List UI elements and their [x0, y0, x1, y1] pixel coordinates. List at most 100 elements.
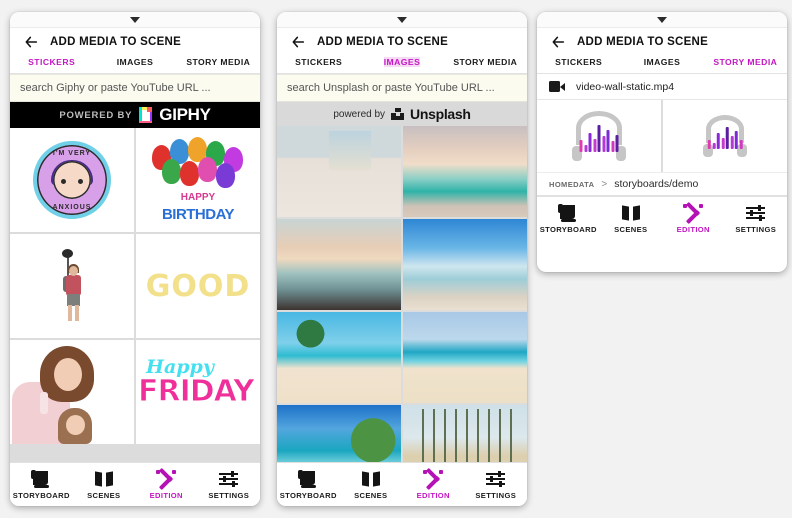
settings-sliders-icon: [218, 470, 239, 488]
storyboard-icon: [558, 203, 578, 222]
nav-label-settings: SETTINGS: [475, 490, 517, 500]
tab-story-media[interactable]: STORY MEDIA: [177, 57, 260, 67]
photo-palm-over-lagoon: [277, 405, 401, 462]
nav-item-edition[interactable]: EDITION: [662, 201, 725, 234]
nav-label-scenes: SCENES: [354, 490, 388, 500]
image-results-grid: [277, 126, 527, 462]
edition-magic-wand-icon: [156, 467, 177, 490]
photo-palm-lined-boardwalk: [403, 405, 527, 462]
panel-drag-handle[interactable]: [277, 12, 527, 28]
page-title: ADD MEDIA TO SCENE: [317, 36, 449, 48]
tab-images[interactable]: IMAGES: [620, 57, 703, 67]
nav-item-storyboard[interactable]: STORYBOARD: [277, 469, 340, 500]
panel-drag-handle[interactable]: [537, 12, 787, 28]
storyboard-icon: [31, 469, 51, 488]
search-bar-unsplash[interactable]: [277, 74, 527, 102]
nav-label-edition: EDITION: [149, 490, 183, 500]
nav-item-settings[interactable]: SETTINGS: [465, 470, 528, 500]
panel-drag-handle[interactable]: [10, 12, 260, 28]
back-arrow-icon[interactable]: [290, 34, 306, 50]
nav-item-storyboard[interactable]: STORYBOARD: [537, 203, 600, 234]
happy-friday-sticker: Happy FRIDAY: [136, 340, 260, 444]
story-media-file-row[interactable]: video-wall-static.mp4: [537, 74, 787, 100]
tab-stickers[interactable]: STICKERS: [537, 57, 620, 67]
chevron-down-icon[interactable]: [130, 16, 140, 23]
sticker-tile-woman-with-baby[interactable]: [10, 340, 134, 444]
photo-sunset-shoreline: [403, 126, 527, 217]
nav-label-scenes: SCENES: [614, 224, 648, 234]
headphones-waveform-icon: [703, 115, 747, 157]
image-tile-palm-lined-boardwalk[interactable]: [403, 405, 527, 462]
nav-label-settings: SETTINGS: [735, 224, 777, 234]
tab-images[interactable]: IMAGES: [383, 57, 421, 67]
nav-label-scenes: SCENES: [87, 490, 121, 500]
nav-item-settings[interactable]: SETTINGS: [198, 470, 261, 500]
add-media-panel-images: ADD MEDIA TO SCENE STICKERS IMAGES STORY…: [277, 12, 527, 506]
sticker-tile-happy-birthday[interactable]: HAPPY BIRTHDAY: [136, 128, 260, 232]
nav-label-storyboard: STORYBOARD: [12, 490, 70, 500]
tab-stickers[interactable]: STICKERS: [10, 57, 93, 67]
panel-header: ADD MEDIA TO SCENE: [277, 28, 527, 56]
chevron-down-icon[interactable]: [657, 16, 667, 23]
file-name-label: video-wall-static.mp4: [576, 80, 675, 93]
giphy-attribution-banner: POWERED BY GIPHY: [10, 102, 260, 128]
sticker-happy-text: HAPPY: [180, 192, 216, 203]
nav-label-edition: EDITION: [676, 224, 710, 234]
nav-item-scenes[interactable]: SCENES: [340, 470, 403, 500]
tab-images[interactable]: IMAGES: [93, 57, 176, 67]
tab-story-media[interactable]: STORY MEDIA: [704, 57, 787, 67]
nav-item-scenes[interactable]: SCENES: [600, 204, 663, 234]
story-media-audio-grid: [537, 100, 787, 172]
giphy-logo-icon: [139, 107, 153, 123]
nav-item-storyboard[interactable]: STORYBOARD: [10, 469, 73, 500]
image-tile-palm-parasol-beach[interactable]: [277, 312, 401, 403]
edition-magic-wand-icon: [423, 467, 444, 490]
sticker-tile-im-very-anxious[interactable]: I'M VERY ANXIOUS: [10, 128, 134, 232]
page-title: ADD MEDIA TO SCENE: [577, 36, 709, 48]
chevron-down-icon[interactable]: [397, 16, 407, 23]
storyboard-icon: [298, 469, 318, 488]
tab-story-media[interactable]: STORY MEDIA: [444, 57, 527, 67]
sticker-tile-hiker[interactable]: [10, 234, 134, 338]
back-arrow-icon[interactable]: [550, 34, 566, 50]
search-input[interactable]: [287, 82, 517, 94]
nav-item-settings[interactable]: SETTINGS: [725, 204, 788, 234]
sticker-results-grid: I'M VERY ANXIOUS HAPPY BIRTHDAY GOOD Hap…: [10, 128, 260, 462]
screenshot-stage: ADD MEDIA TO SCENE STICKERS IMAGES STORY…: [0, 0, 792, 518]
edition-magic-wand-icon: [683, 201, 704, 224]
add-media-panel-stickers: ADD MEDIA TO SCENE STICKERS IMAGES STORY…: [10, 12, 260, 506]
woman-with-baby-sticker: [10, 340, 134, 444]
breadcrumb-path[interactable]: storyboards/demo: [614, 178, 698, 190]
nav-label-storyboard: STORYBOARD: [539, 224, 597, 234]
image-tile-palm-over-lagoon[interactable]: [277, 405, 401, 462]
image-tile-blue-sky-sunset-beach[interactable]: [403, 219, 527, 310]
settings-sliders-icon: [485, 470, 506, 488]
page-title: ADD MEDIA TO SCENE: [50, 36, 182, 48]
breadcrumb-root[interactable]: HOMEDATA: [549, 180, 594, 189]
bottom-navigation-bar-2: STORYBOARD SCENES EDITION SETTINGS: [277, 462, 527, 506]
audio-tile-1[interactable]: [537, 100, 661, 172]
nav-item-edition[interactable]: EDITION: [135, 467, 198, 500]
unsplash-banner-brand: Unsplash: [410, 106, 471, 122]
back-arrow-icon[interactable]: [23, 34, 39, 50]
good-text-sticker: GOOD: [145, 268, 251, 304]
giphy-banner-prefix: POWERED BY: [59, 109, 133, 121]
image-tile-empty-sand-and-sea[interactable]: [403, 312, 527, 403]
nav-item-edition[interactable]: EDITION: [402, 467, 465, 500]
search-input[interactable]: [20, 82, 250, 94]
audio-tile-2[interactable]: [663, 100, 787, 172]
unsplash-banner-prefix: powered by: [333, 108, 386, 120]
nav-item-scenes[interactable]: SCENES: [73, 470, 136, 500]
nav-label-edition: EDITION: [416, 490, 450, 500]
search-bar-giphy[interactable]: [10, 74, 260, 102]
add-media-panel-story-media: ADD MEDIA TO SCENE STICKERS IMAGES STORY…: [537, 12, 787, 272]
image-tile-sunset-shoreline[interactable]: [403, 126, 527, 217]
sticker-tile-happy-friday[interactable]: Happy FRIDAY: [136, 340, 260, 444]
media-source-tabs: STICKERS IMAGES STORY MEDIA: [10, 56, 260, 74]
image-tile-bedroom-beach-view[interactable]: [277, 126, 401, 217]
sticker-tile-good[interactable]: GOOD: [136, 234, 260, 338]
image-tile-dusk-waves[interactable]: [277, 219, 401, 310]
sticker-birthday-text: BIRTHDAY: [161, 206, 235, 223]
happy-birthday-balloons-sticker: HAPPY BIRTHDAY: [146, 137, 251, 223]
tab-stickers[interactable]: STICKERS: [277, 57, 360, 67]
